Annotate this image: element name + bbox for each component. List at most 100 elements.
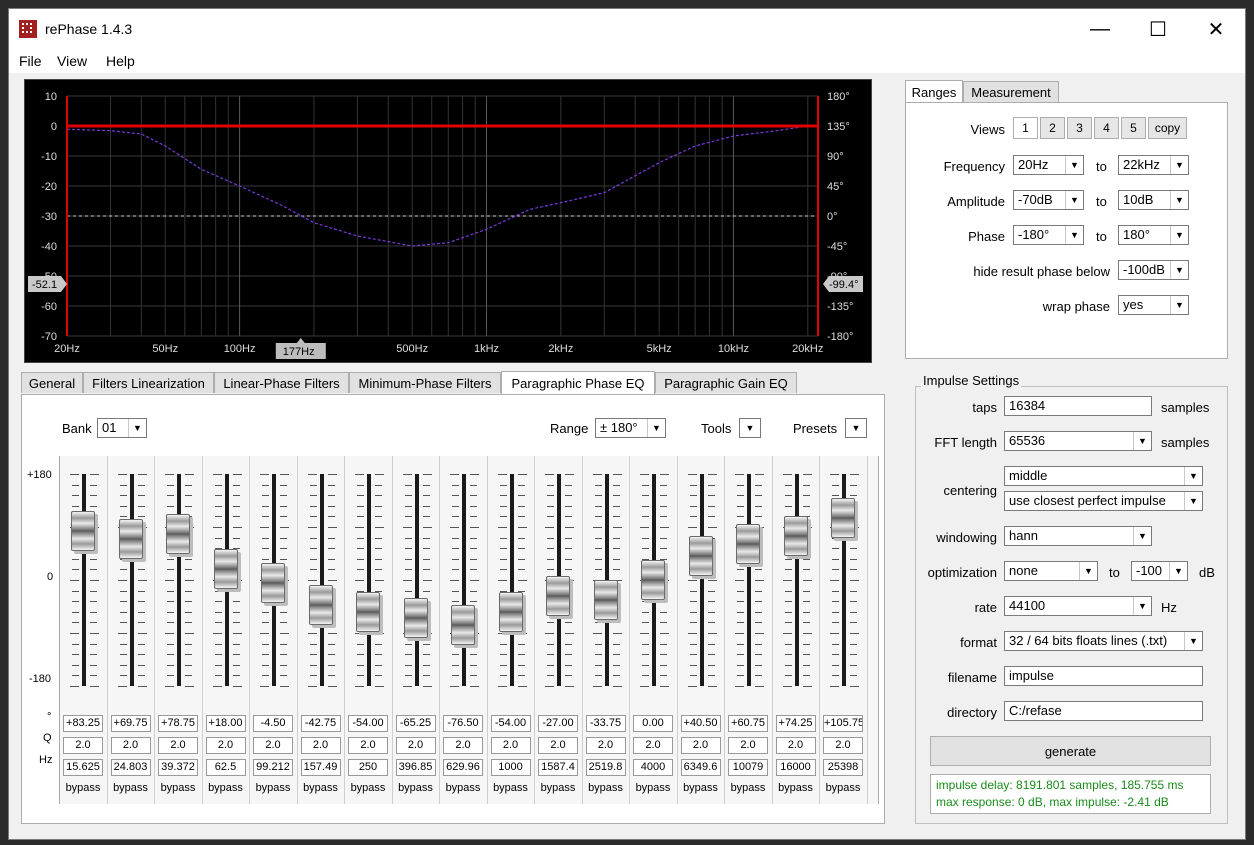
directory-input[interactable]: C:/refase xyxy=(1004,701,1203,721)
band-phase-value[interactable]: +60.75 xyxy=(728,715,768,732)
band-q-value[interactable]: 2.0 xyxy=(490,737,531,754)
band-frequency-value[interactable]: 250 xyxy=(348,759,388,776)
centering-select[interactable]: middle ▼ xyxy=(1004,466,1203,486)
band-phase-value[interactable]: +83.25 xyxy=(63,715,103,732)
band-frequency-value[interactable]: 16000 xyxy=(775,759,816,776)
presets-dropdown[interactable]: ▼ xyxy=(845,418,867,438)
fader-knob[interactable] xyxy=(641,560,665,600)
windowing-select[interactable]: hann ▼ xyxy=(1004,526,1152,546)
copy-view-button[interactable]: copy xyxy=(1148,117,1187,139)
format-select[interactable]: 32 / 64 bits floats lines (.txt) ▼ xyxy=(1004,631,1203,651)
band-frequency-value[interactable]: 25398 xyxy=(823,759,863,776)
tab-general[interactable]: General xyxy=(21,372,83,393)
band-bypass-toggle[interactable]: bypass xyxy=(206,782,246,794)
band-phase-value[interactable]: -27.00 xyxy=(538,715,578,732)
minimize-button[interactable]: — xyxy=(1071,9,1129,49)
band-frequency-value[interactable]: 396.85 xyxy=(395,759,436,776)
band-bypass-toggle[interactable]: bypass xyxy=(491,782,531,794)
band-phase-value[interactable]: +78.75 xyxy=(158,715,198,732)
view-1-button[interactable]: 1 xyxy=(1013,117,1038,139)
view-3-button[interactable]: 3 xyxy=(1067,117,1092,139)
frequency-from-select[interactable]: 20Hz ▼ xyxy=(1013,155,1084,175)
band-frequency-value[interactable]: 39.372 xyxy=(158,759,198,776)
band-phase-value[interactable]: -33.75 xyxy=(585,715,626,732)
band-phase-value[interactable]: -54.00 xyxy=(490,715,531,732)
fader-knob[interactable] xyxy=(261,562,285,603)
fader-knob[interactable] xyxy=(546,575,570,616)
phase-to-select[interactable]: 180° ▼ xyxy=(1118,225,1189,245)
band-bypass-toggle[interactable]: bypass xyxy=(633,782,673,794)
band-q-value[interactable]: 2.0 xyxy=(775,737,816,754)
band-bypass-toggle[interactable]: bypass xyxy=(396,782,436,794)
band-frequency-value[interactable]: 4000 xyxy=(633,759,673,776)
maximize-button[interactable]: ☐ xyxy=(1129,9,1187,49)
fader-knob[interactable] xyxy=(736,524,760,565)
tab-paragraphic-phase-eq[interactable]: Paragraphic Phase EQ xyxy=(501,371,655,394)
band-q-value[interactable]: 2.0 xyxy=(205,737,246,754)
band-bypass-toggle[interactable]: bypass xyxy=(681,782,721,794)
tab-paragraphic-gain-eq[interactable]: Paragraphic Gain EQ xyxy=(655,372,797,393)
band-phase-value[interactable]: +40.50 xyxy=(680,715,721,732)
amplitude-from-select[interactable]: -70dB ▼ xyxy=(1013,190,1084,210)
band-phase-value[interactable]: -42.75 xyxy=(300,715,341,732)
filename-input[interactable]: impulse xyxy=(1004,666,1203,686)
band-bypass-toggle[interactable]: bypass xyxy=(823,782,863,794)
band-bypass-toggle[interactable]: bypass xyxy=(111,782,151,794)
tab-measurement[interactable]: Measurement xyxy=(963,81,1059,102)
range-select[interactable]: ± 180° ▼ xyxy=(595,418,666,438)
band-bypass-toggle[interactable]: bypass xyxy=(63,782,103,794)
band-phase-value[interactable]: 0.00 xyxy=(633,715,673,732)
menu-help[interactable]: Help xyxy=(106,53,135,69)
band-frequency-value[interactable]: 99.212 xyxy=(253,759,293,776)
fader-knob[interactable] xyxy=(403,598,428,639)
close-button[interactable]: ✕ xyxy=(1187,9,1245,49)
band-phase-value[interactable]: +18.00 xyxy=(205,715,246,732)
band-q-value[interactable]: 2.0 xyxy=(633,737,673,754)
band-bypass-toggle[interactable]: bypass xyxy=(348,782,388,794)
band-frequency-value[interactable]: 6349.6 xyxy=(680,759,721,776)
band-bypass-toggle[interactable]: bypass xyxy=(253,782,293,794)
fader-knob[interactable] xyxy=(593,579,618,620)
band-frequency-value[interactable]: 24.803 xyxy=(110,759,151,776)
view-2-button[interactable]: 2 xyxy=(1040,117,1065,139)
tab-filters-linearization[interactable]: Filters Linearization xyxy=(83,372,214,393)
tab-minimum-phase-filters[interactable]: Minimum-Phase Filters xyxy=(349,372,501,393)
fader-knob[interactable] xyxy=(783,516,808,557)
optimization-select[interactable]: none ▼ xyxy=(1004,561,1098,581)
band-bypass-toggle[interactable]: bypass xyxy=(538,782,578,794)
fader-knob[interactable] xyxy=(451,605,475,646)
menu-file[interactable]: File xyxy=(19,53,42,69)
rate-select[interactable]: 44100 ▼ xyxy=(1004,596,1152,616)
band-q-value[interactable]: 2.0 xyxy=(443,737,483,754)
band-bypass-toggle[interactable]: bypass xyxy=(586,782,626,794)
optimization-to-select[interactable]: -100 ▼ xyxy=(1131,561,1188,581)
frequency-to-select[interactable]: 22kHz ▼ xyxy=(1118,155,1189,175)
generate-button[interactable]: generate xyxy=(930,736,1211,766)
fader-knob[interactable] xyxy=(498,591,523,632)
taps-input[interactable]: 16384 xyxy=(1004,396,1152,416)
band-phase-value[interactable]: -65.25 xyxy=(395,715,436,732)
band-frequency-value[interactable]: 157.49 xyxy=(300,759,341,776)
band-bypass-toggle[interactable]: bypass xyxy=(443,782,483,794)
band-phase-value[interactable]: -4.50 xyxy=(253,715,293,732)
band-phase-value[interactable]: -54.00 xyxy=(348,715,388,732)
band-bypass-toggle[interactable]: bypass xyxy=(776,782,816,794)
menu-view[interactable]: View xyxy=(57,53,87,69)
band-phase-value[interactable]: +69.75 xyxy=(110,715,151,732)
band-bypass-toggle[interactable]: bypass xyxy=(728,782,768,794)
band-q-value[interactable]: 2.0 xyxy=(538,737,578,754)
fader-knob[interactable] xyxy=(688,536,713,577)
band-q-value[interactable]: 2.0 xyxy=(300,737,341,754)
band-q-value[interactable]: 2.0 xyxy=(728,737,768,754)
fader-knob[interactable] xyxy=(166,513,190,554)
band-phase-value[interactable]: +105.75 xyxy=(823,715,863,732)
bank-select[interactable]: 01 ▼ xyxy=(97,418,147,438)
band-frequency-value[interactable]: 2519.8 xyxy=(585,759,626,776)
response-plot[interactable]: 100-10-20-30-40-50-60-70180°135°90°45°0°… xyxy=(24,79,872,363)
band-q-value[interactable]: 2.0 xyxy=(680,737,721,754)
band-q-value[interactable]: 2.0 xyxy=(63,737,103,754)
fader-knob[interactable] xyxy=(356,591,380,632)
fft-length-select[interactable]: 65536 ▼ xyxy=(1004,431,1152,451)
tab-ranges[interactable]: Ranges xyxy=(905,80,963,103)
band-q-value[interactable]: 2.0 xyxy=(395,737,436,754)
